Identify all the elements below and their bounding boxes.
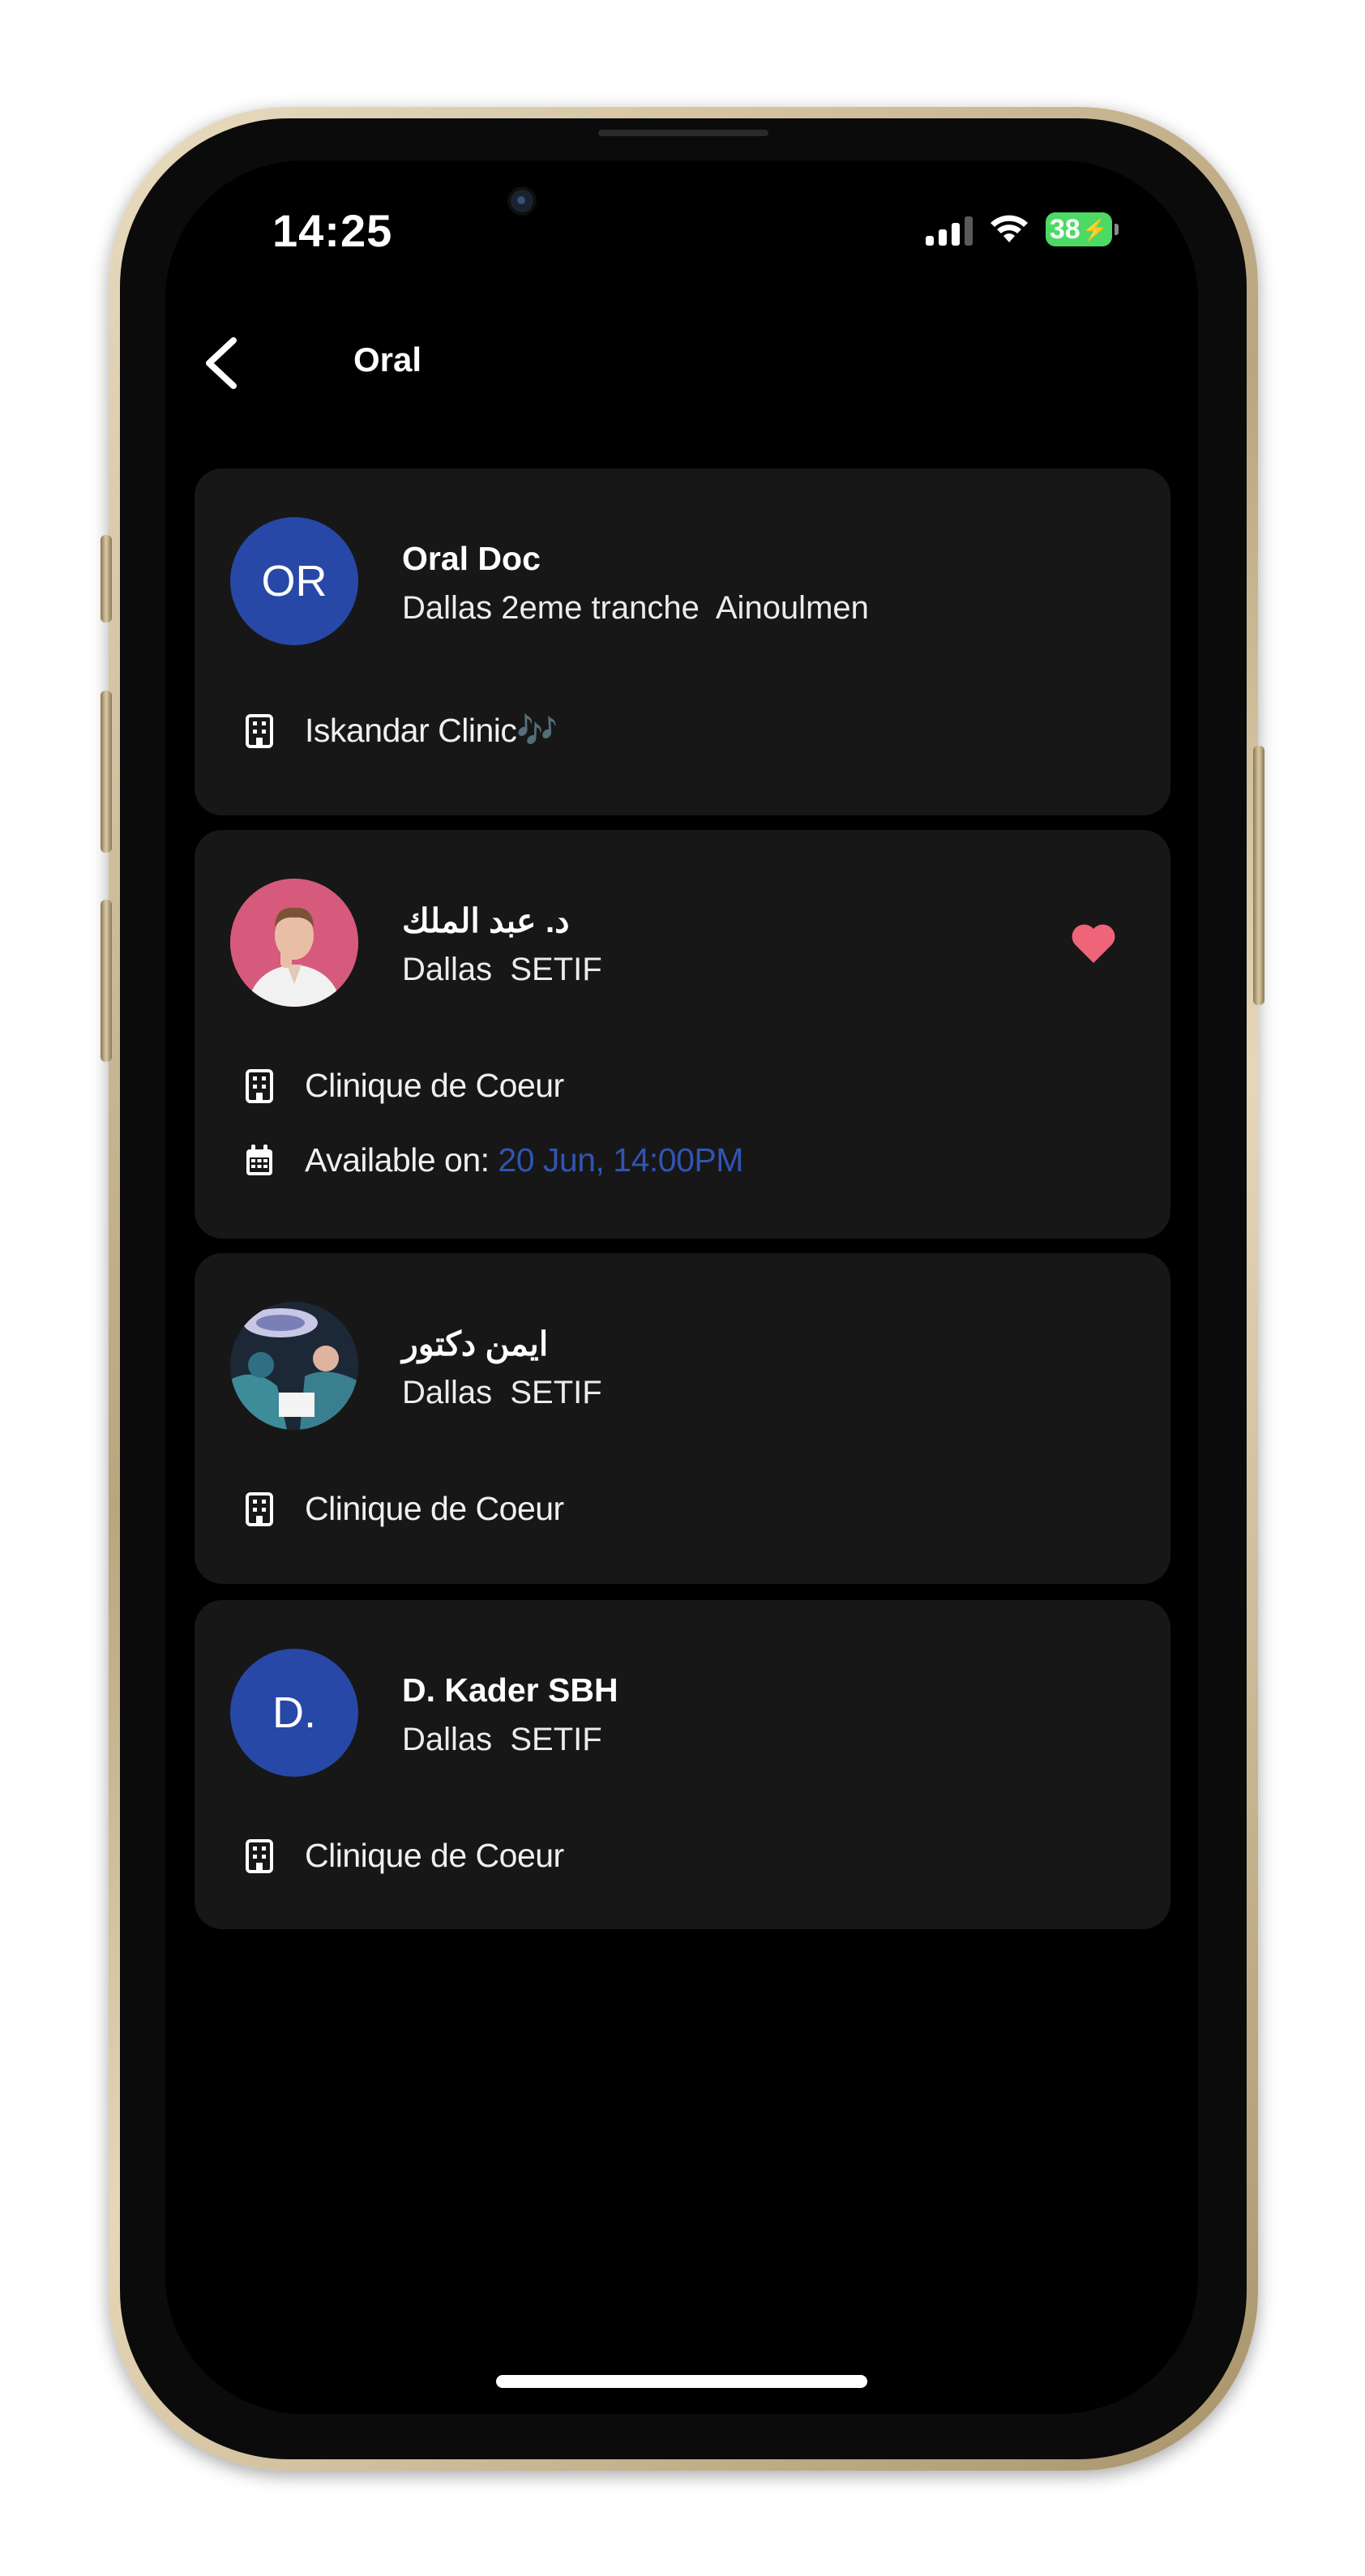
mute-switch [101,535,112,623]
avatar [230,879,358,1007]
power-button [1253,746,1264,1005]
avatar [230,1302,358,1430]
doctor-photo [230,1302,358,1430]
status-icons: 38 ⚡ [926,212,1119,246]
volume-down-button [101,900,112,1062]
status-time: 14:25 [272,205,393,256]
doctor-address: Dallas SETIF [402,1375,602,1410]
calendar-icon [246,1144,272,1175]
availability-row: Available on: 20 Jun, 14:00PM [245,1141,743,1179]
wifi-icon [991,215,1028,242]
notch [473,160,895,255]
volume-up-button [101,691,112,853]
building-icon [246,1491,273,1526]
doctor-address: Dallas SETIF [402,1722,602,1757]
clinic-name: Clinique de Coeur [305,1490,564,1527]
clinic-row: Clinique de Coeur [245,1490,564,1528]
doctor-card[interactable]: OR Oral Doc Dallas 2eme tranche Ainoulme… [195,469,1170,815]
doctor-photo [230,879,358,1007]
clinic-row: Iskandar Clinic🎶 [245,712,558,751]
clinic-name: Iskandar Clinic🎶 [305,712,558,749]
battery-level: 38 [1049,213,1080,245]
doctor-card[interactable]: د. عبد الملك Dallas SETIF Clinique de Co… [195,830,1170,1239]
back-button[interactable] [198,331,246,396]
home-indicator[interactable] [496,2375,867,2388]
clinic-row: Clinique de Coeur [245,1067,564,1105]
doctor-address: Dallas 2eme tranche Ainoulmen [402,590,869,626]
clinic-name: Clinique de Coeur [305,1067,564,1104]
clinic-name: Clinique de Coeur [305,1837,564,1874]
front-camera [511,190,533,212]
favorite-button[interactable] [1070,921,1117,965]
doctor-name: ايمن دكتور [402,1325,549,1363]
charging-bolt-icon: ⚡ [1081,216,1109,242]
doctor-card[interactable]: ايمن دكتور Dallas SETIF Clinique de Coeu… [195,1253,1170,1584]
page-title: Oral [353,340,422,379]
doctor-card[interactable]: D. D. Kader SBH Dallas SETIF Clinique de… [195,1600,1170,1929]
availability-date: 20 Jun, 14:00PM [498,1141,743,1179]
doctor-name: د. عبد الملك [402,902,570,939]
building-icon [246,1838,273,1873]
avatar: OR [230,517,358,645]
doctor-name: D. Kader SBH [402,1671,618,1709]
building-icon [246,1068,273,1103]
doctor-name: Oral Doc [402,540,541,577]
back-chevron-icon [206,337,237,389]
doctor-address: Dallas SETIF [402,952,602,987]
avatar: D. [230,1649,358,1777]
heart-icon [1072,924,1115,963]
clinic-row: Clinique de Coeur [245,1837,564,1875]
building-icon [246,714,273,748]
signal-icon [926,213,973,246]
battery-icon: 38 ⚡ [1046,212,1119,246]
earpiece-speaker [598,130,768,136]
availability-label: Available on: [305,1141,499,1179]
